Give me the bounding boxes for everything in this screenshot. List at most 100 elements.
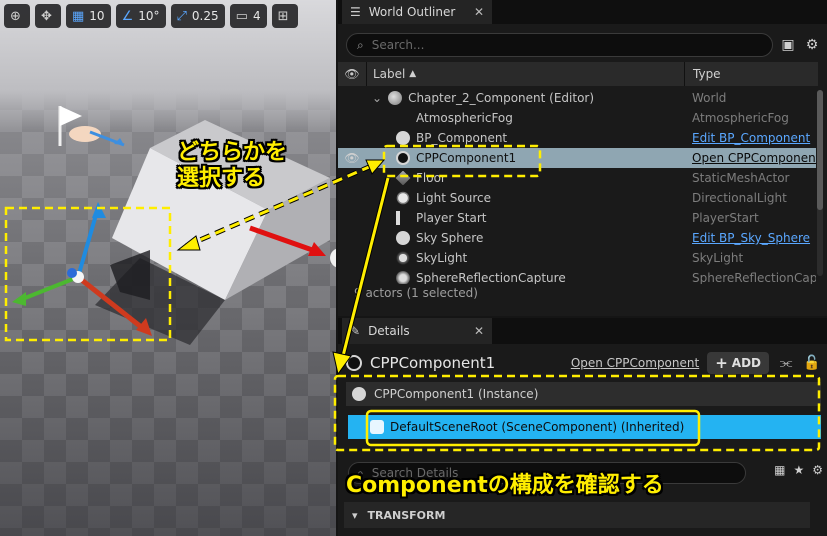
tab-world-outliner[interactable]: ☰ World Outliner ✕	[342, 0, 492, 24]
outliner-search-box[interactable]: ⌕	[346, 33, 773, 57]
sun-icon	[398, 193, 408, 203]
grid-snap-button[interactable]: ▦ 10	[66, 4, 111, 28]
outliner-row[interactable]: AtmosphericFog AtmosphericFog	[338, 108, 816, 128]
search-icon: ⌕	[357, 37, 364, 52]
outliner-tab-icon: ☰	[350, 5, 361, 19]
perspective-icon: ⊕	[10, 8, 21, 24]
favorite-star-icon[interactable]: ★	[793, 463, 804, 477]
chevron-down-icon[interactable]: ⌄	[372, 91, 382, 105]
details-panel: ✎ Details ✕ CPPComponent1 Open CPPCompon…	[338, 318, 827, 536]
outliner-row-name: SphereReflectionCapture	[416, 271, 566, 284]
transform-mode-button[interactable]: ✥	[35, 4, 61, 28]
visibility-header-icon[interactable]: 👁	[338, 67, 366, 81]
instance-label: CPPComponent1 (Instance)	[374, 387, 539, 401]
outliner-row-type-link[interactable]: Edit BP_Component	[684, 131, 816, 145]
sphere-icon	[352, 387, 366, 401]
details-tab-icon: ✎	[350, 324, 361, 338]
transform-section-header[interactable]: ▾ TRANSFORM	[344, 502, 810, 528]
reflection-icon	[396, 271, 410, 284]
visibility-toggle-icon[interactable]: 👁	[338, 151, 366, 165]
viewport-toolbar: ⊕ ✥ ▦ 10 ∠ 10° ⤢ 0.25 ▭ 4 ⊞	[4, 4, 298, 28]
outliner-row-type-link[interactable]: Edit BP_Sky_Sphere	[684, 231, 816, 245]
outliner-row-type: SkyLight	[692, 251, 744, 265]
mesh-icon	[395, 171, 411, 185]
outliner-search-row: ⌕ ▣ ⚙	[346, 32, 821, 58]
outliner-row-name: CPPComponent1	[416, 151, 517, 165]
outliner-row-label: CPPComponent1	[366, 151, 684, 165]
outliner-row-label: SphereReflectionCapture	[366, 271, 684, 284]
rotation-snap-value: 10°	[138, 9, 160, 23]
close-icon[interactable]: ✕	[474, 324, 484, 338]
add-label: ADD	[731, 356, 761, 370]
transform-mode-icon: ✥	[41, 8, 52, 24]
outliner-row-name: Sky Sphere	[416, 231, 484, 245]
outliner-tabbar: ☰ World Outliner ✕	[338, 0, 827, 24]
outliner-row[interactable]: SkyLight SkyLight	[338, 248, 816, 268]
outliner-row[interactable]: BP_Component Edit BP_Component	[338, 128, 816, 148]
outliner-row-type-link[interactable]: Open CPPComponent	[684, 151, 816, 165]
close-icon[interactable]: ✕	[474, 5, 484, 19]
outliner-row-label: Sky Sphere	[366, 231, 684, 245]
outliner-column-header: 👁 Label ▲ Type	[338, 62, 818, 86]
chevron-down-icon: ▾	[352, 508, 358, 522]
open-cpp-link[interactable]: Open CPPComponent	[571, 356, 699, 370]
outliner-row-name: Light Source	[416, 191, 491, 205]
rotation-snap-button[interactable]: ∠ 10°	[115, 4, 166, 28]
outliner-row[interactable]: Floor StaticMeshActor	[338, 168, 816, 188]
sort-ascending-icon: ▲	[409, 69, 417, 79]
type-column-text: Type	[693, 67, 721, 81]
outliner-row-name: AtmosphericFog	[416, 111, 513, 125]
outliner-row-name: BP_Component	[416, 131, 508, 145]
outliner-row[interactable]: SphereReflectionCapture SphereReflectionC…	[338, 268, 816, 284]
outliner-row-name: Floor	[416, 171, 446, 185]
world-icon	[388, 91, 403, 105]
outliner-row[interactable]: Player Start PlayerStart	[338, 208, 816, 228]
layout-icon: ⊞	[277, 8, 289, 24]
lock-icon[interactable]: 🔓	[803, 354, 821, 372]
outliner-search-input[interactable]	[371, 38, 746, 52]
outliner-row-name: SkyLight	[416, 251, 468, 265]
outliner-row-label: ⌄ Chapter_2_Component (Editor)	[366, 91, 684, 105]
perspective-button[interactable]: ⊕	[4, 4, 30, 28]
outliner-row-label: Floor	[366, 171, 684, 185]
outliner-row-label: Player Start	[366, 211, 684, 225]
grid-snap-icon: ▦	[72, 8, 85, 24]
transform-section-label: TRANSFORM	[367, 508, 446, 522]
outliner-row[interactable]: ⌄ Chapter_2_Component (Editor) World	[338, 88, 816, 108]
layout-button[interactable]: ⊞	[271, 4, 298, 28]
viewport-scene	[12, 106, 336, 345]
camera-speed-button[interactable]: ▭ 4	[229, 4, 267, 28]
label-column-header[interactable]: Label ▲	[366, 62, 684, 86]
details-tabbar: ✎ Details ✕	[338, 318, 827, 344]
outliner-row-name: Chapter_2_Component (Editor)	[408, 91, 595, 105]
outliner-row-name: Player Start	[416, 211, 487, 225]
blueprint-icon[interactable]: ⫘	[777, 354, 795, 372]
details-tools: ▦ ★ ⚙	[774, 463, 823, 477]
tab-details[interactable]: ✎ Details ✕	[342, 318, 492, 344]
outliner-row[interactable]: Light Source DirectionalLight	[338, 188, 816, 208]
default-scene-root-row[interactable]: DefaultSceneRoot (SceneComponent) (Inher…	[348, 415, 821, 439]
camera-speed-value: 4	[252, 9, 261, 23]
callout-line-1: どちらかを	[177, 140, 288, 165]
component-instance-row[interactable]: CPPComponent1 (Instance)	[346, 382, 821, 406]
outliner-rows: ⌄ Chapter_2_Component (Editor) World Atmosp…	[338, 88, 816, 284]
outliner-row[interactable]: Sky Sphere Edit BP_Sky_Sphere	[338, 228, 816, 248]
world-outliner-panel: ☰ World Outliner ✕ ⌕ ▣ ⚙ 👁 Label ▲ Type …	[338, 0, 827, 316]
level-viewport[interactable]: ⊕ ✥ ▦ 10 ∠ 10° ⤢ 0.25 ▭ 4 ⊞	[0, 0, 336, 536]
actor-icon	[396, 151, 410, 165]
outliner-scrollbar[interactable]	[817, 90, 823, 276]
add-folder-icon[interactable]: ▣	[779, 36, 797, 54]
outliner-row-type: AtmosphericFog	[692, 111, 789, 125]
callout-line-2: 選択する	[177, 166, 266, 191]
table-view-icon[interactable]: ▦	[774, 463, 785, 477]
outliner-row[interactable]: 👁 CPPComponent1 Open CPPComponent	[338, 148, 816, 168]
outliner-scrollbar-thumb[interactable]	[817, 90, 823, 210]
gear-icon[interactable]: ⚙	[812, 463, 823, 477]
scale-snap-button[interactable]: ⤢ 0.25	[170, 4, 225, 28]
type-column-header[interactable]: Type	[684, 62, 818, 86]
gear-icon[interactable]: ⚙	[803, 36, 821, 54]
outliner-row-label: AtmosphericFog	[366, 111, 684, 125]
add-component-button[interactable]: + ADD	[707, 352, 769, 374]
outliner-row-label: Light Source	[366, 191, 684, 205]
label-column-text: Label	[373, 67, 406, 81]
